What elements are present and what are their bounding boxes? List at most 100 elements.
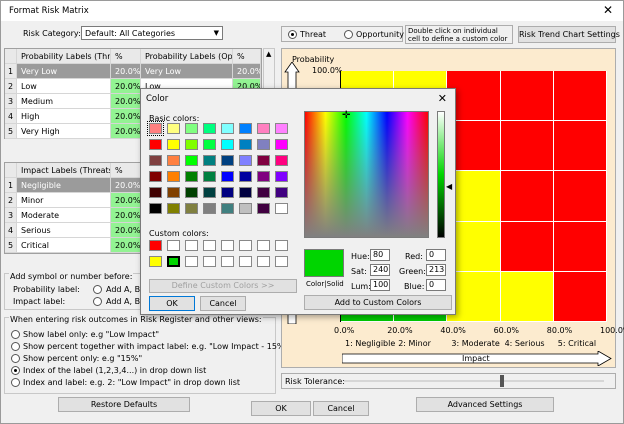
sat-input[interactable]: 240 xyxy=(370,264,390,276)
basic-color-swatch[interactable] xyxy=(185,187,198,198)
lum-input[interactable]: 100 xyxy=(370,279,390,291)
option-label-only-radio[interactable] xyxy=(11,330,20,339)
basic-color-swatch[interactable] xyxy=(221,171,234,182)
basic-color-swatch[interactable] xyxy=(185,123,198,134)
column-header[interactable]: % xyxy=(111,163,141,178)
basic-color-swatch[interactable] xyxy=(275,155,288,166)
matrix-cell[interactable] xyxy=(500,71,554,122)
risk-tolerance-slider[interactable] xyxy=(500,375,504,387)
impact-symbol-radio[interactable] xyxy=(93,297,102,306)
custom-color-swatch[interactable] xyxy=(149,240,162,251)
blue-input[interactable]: 0 xyxy=(426,279,446,291)
basic-color-swatch[interactable] xyxy=(221,203,234,214)
basic-color-swatch[interactable] xyxy=(203,139,216,150)
basic-color-swatch[interactable] xyxy=(149,171,162,182)
option-index-radio[interactable] xyxy=(11,366,20,375)
basic-color-swatch[interactable] xyxy=(203,187,216,198)
table-cell[interactable]: Serious xyxy=(17,223,111,238)
basic-color-swatch[interactable] xyxy=(167,123,180,134)
scroll-up-icon[interactable]: ▲ xyxy=(266,50,271,58)
table-cell[interactable]: 20.0% xyxy=(111,109,141,124)
threat-radio[interactable] xyxy=(288,30,297,39)
basic-color-swatch[interactable] xyxy=(275,187,288,198)
basic-color-swatch[interactable] xyxy=(203,123,216,134)
restore-defaults-button[interactable]: Restore Defaults xyxy=(58,397,190,412)
basic-color-swatch[interactable] xyxy=(167,203,180,214)
column-header[interactable]: Probability Labels (Op... xyxy=(141,49,233,64)
hue-saturation-spectrum[interactable]: ✛ xyxy=(304,110,429,238)
red-input[interactable]: 0 xyxy=(426,249,446,261)
basic-color-swatch[interactable] xyxy=(149,187,162,198)
matrix-cell[interactable] xyxy=(553,171,607,222)
basic-color-swatch[interactable] xyxy=(149,203,162,214)
basic-color-swatch[interactable] xyxy=(203,203,216,214)
basic-color-swatch[interactable] xyxy=(167,139,180,150)
custom-color-swatch[interactable] xyxy=(167,256,180,267)
luminance-bar[interactable] xyxy=(437,111,445,238)
basic-color-swatch[interactable] xyxy=(149,139,162,150)
risk-category-select[interactable]: Default: All Categories ▼ xyxy=(81,26,223,40)
custom-color-swatch[interactable] xyxy=(185,256,198,267)
basic-color-swatch[interactable] xyxy=(185,203,198,214)
custom-color-swatch[interactable] xyxy=(275,256,288,267)
table-cell[interactable]: Very Low xyxy=(141,64,233,79)
table-cell[interactable]: 20.0% xyxy=(111,94,141,109)
option-percent-only-radio[interactable] xyxy=(11,354,20,363)
basic-color-swatch[interactable] xyxy=(185,155,198,166)
matrix-cell[interactable] xyxy=(553,121,607,172)
table-cell[interactable]: High xyxy=(17,109,111,124)
basic-color-swatch[interactable] xyxy=(275,203,288,214)
basic-color-swatch[interactable] xyxy=(239,155,252,166)
basic-color-swatch[interactable] xyxy=(239,187,252,198)
custom-color-swatch[interactable] xyxy=(221,256,234,267)
advanced-settings-button[interactable]: Advanced Settings xyxy=(416,397,554,412)
custom-color-swatch[interactable] xyxy=(185,240,198,251)
basic-color-swatch[interactable] xyxy=(221,155,234,166)
custom-color-swatch[interactable] xyxy=(239,240,252,251)
matrix-cell[interactable] xyxy=(553,221,607,272)
luminance-pointer-icon[interactable]: ◀ xyxy=(446,182,452,191)
column-header[interactable]: % xyxy=(233,49,261,64)
table-cell[interactable]: 20.0% xyxy=(111,178,141,193)
table-cell[interactable]: 20.0% xyxy=(111,124,141,139)
basic-color-swatch[interactable] xyxy=(221,187,234,198)
matrix-cell[interactable] xyxy=(500,121,554,172)
custom-color-swatch[interactable] xyxy=(239,256,252,267)
column-header[interactable]: % xyxy=(111,49,141,64)
basic-color-swatch[interactable] xyxy=(221,139,234,150)
custom-color-swatch[interactable] xyxy=(257,256,270,267)
basic-color-swatch[interactable] xyxy=(275,123,288,134)
table-cell[interactable]: 20.0% xyxy=(111,79,141,94)
custom-color-swatch[interactable] xyxy=(275,240,288,251)
basic-color-swatch[interactable] xyxy=(257,123,270,134)
matrix-cell[interactable] xyxy=(500,171,554,222)
basic-color-swatch[interactable] xyxy=(239,139,252,150)
basic-color-swatch[interactable] xyxy=(257,203,270,214)
table-row[interactable]: 1 Negligible 20.0% xyxy=(5,178,141,193)
option-index-label-radio[interactable] xyxy=(11,378,20,387)
custom-color-swatch[interactable] xyxy=(203,256,216,267)
custom-color-swatch[interactable] xyxy=(203,240,216,251)
add-to-custom-colors-button[interactable]: Add to Custom Colors xyxy=(304,295,452,310)
column-header[interactable]: Impact Labels (Threats) xyxy=(17,163,111,178)
table-cell[interactable]: 20.0% xyxy=(111,238,141,253)
table-cell[interactable]: 20.0% xyxy=(111,223,141,238)
ok-button[interactable]: OK xyxy=(251,401,311,416)
basic-color-swatch[interactable] xyxy=(185,139,198,150)
basic-color-swatch[interactable] xyxy=(167,155,180,166)
table-row[interactable]: 3 Moderate 20.0% xyxy=(5,208,141,223)
basic-color-swatch[interactable] xyxy=(203,171,216,182)
table-cell[interactable]: 20.0% xyxy=(111,208,141,223)
matrix-cell[interactable] xyxy=(553,71,607,122)
basic-color-swatch[interactable] xyxy=(203,155,216,166)
matrix-cell[interactable] xyxy=(500,271,554,322)
table-cell[interactable]: Moderate xyxy=(17,208,111,223)
basic-color-swatch[interactable] xyxy=(275,139,288,150)
matrix-cell[interactable] xyxy=(553,271,607,322)
opportunity-radio[interactable] xyxy=(344,30,353,39)
define-custom-colors-button[interactable]: Define Custom Colors >> xyxy=(149,279,297,293)
basic-color-swatch[interactable] xyxy=(167,187,180,198)
table-cell[interactable]: Very Low xyxy=(17,64,111,79)
basic-color-swatch[interactable] xyxy=(167,171,180,182)
table-cell[interactable]: 20.0% xyxy=(233,64,261,79)
